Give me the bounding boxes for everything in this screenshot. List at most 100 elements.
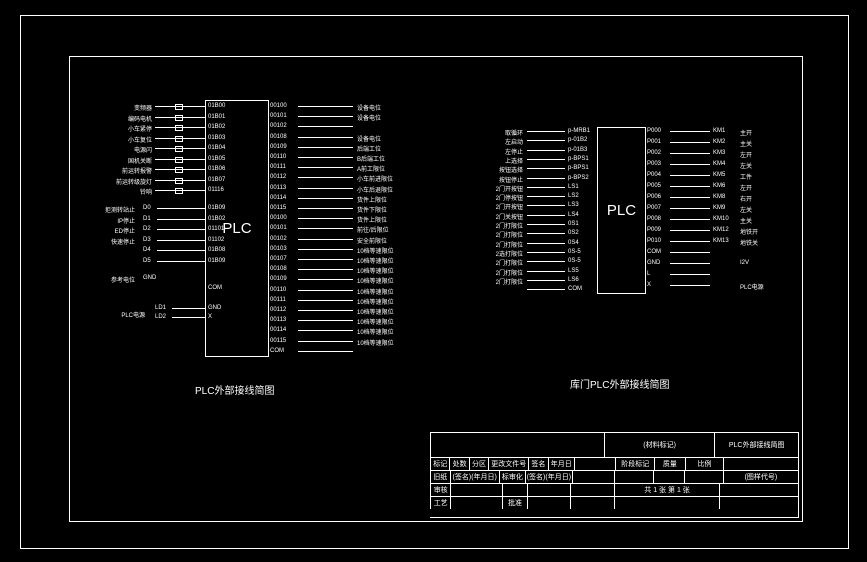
- output-port: 00111: [270, 297, 298, 303]
- plc2-input-label: 2选打限位: [475, 249, 523, 258]
- plc2-input-label: 左启动: [475, 137, 523, 146]
- plc2-input-label: 取循环: [475, 128, 523, 137]
- output-label: 10档等速限位: [357, 317, 394, 326]
- plc2-output-label: PLC电源: [740, 282, 764, 291]
- plc2-output-port: X: [647, 282, 651, 288]
- input-port: 01B03: [208, 135, 225, 141]
- output-port: 00108: [270, 134, 298, 140]
- plc2-input-label: 2门停按钮: [475, 193, 523, 202]
- output-port: 00102: [270, 123, 298, 129]
- output-port: 00102: [270, 236, 298, 242]
- plc2-input-port: p-MRB1: [568, 128, 590, 134]
- d-port: 01B09: [208, 258, 225, 264]
- analog-label: 参考电位: [95, 275, 135, 284]
- plc2-km: KM2: [713, 139, 725, 145]
- plc2-input-label: 按钮选择: [475, 165, 523, 174]
- plc-label: PLC: [607, 202, 636, 219]
- output-port: 00109: [270, 276, 298, 282]
- plc2-input-label: 2门打限位: [475, 277, 523, 286]
- output-port: 00103: [270, 246, 298, 252]
- plc2-km: KM3: [713, 150, 725, 156]
- plc2-output-port: P003: [647, 161, 661, 167]
- drawing-title: PLC外部接线简图: [729, 440, 785, 450]
- plc2-output-label: I2V: [740, 260, 749, 266]
- plc2-input-port: LS3: [568, 202, 579, 208]
- d-input-label: IP停止: [85, 216, 135, 225]
- power-pin: LD1: [155, 305, 166, 311]
- output-port: 00113: [270, 317, 298, 323]
- plc2-input-port: p-BPS2: [568, 175, 589, 181]
- plc2-output-label: 主开: [740, 128, 752, 137]
- plc2-input-label: 2门开按钮: [475, 202, 523, 211]
- input-label: 国机关断: [100, 156, 152, 165]
- d-pin: D1: [143, 216, 151, 222]
- plc2-output-label: 地铁开: [740, 227, 758, 236]
- plc2-input-label: 2门关按钮: [475, 212, 523, 221]
- plc2-output-port: P008: [647, 216, 661, 222]
- input-label: 变频器: [100, 103, 152, 112]
- plc2-input-port: LS4: [568, 212, 579, 218]
- plc2-input-port: 0S2: [568, 230, 579, 236]
- d-input-label: 拒测转站止: [85, 205, 135, 214]
- plc2-output-port: COM: [647, 249, 661, 255]
- output-label: A前工限位: [357, 164, 385, 173]
- plc2-input-label: 2门打限位: [475, 221, 523, 230]
- output-port: 00100: [270, 103, 298, 109]
- d-pin: D2: [143, 226, 151, 232]
- plc-block-2: PLC: [597, 127, 646, 294]
- output-label: 小车前进限位: [357, 174, 393, 183]
- plc2-input-label: 上选择: [475, 156, 523, 165]
- output-port: 00113: [270, 185, 298, 191]
- power-pin: LD2: [155, 314, 166, 320]
- d-pin: D4: [143, 247, 151, 253]
- input-label: 小车复位: [100, 135, 152, 144]
- input-label: 小车紧停: [100, 124, 152, 133]
- com-port: COM: [208, 285, 222, 291]
- input-port: 01116: [208, 187, 224, 193]
- power-port: X: [208, 314, 212, 320]
- plc2-input-port: COM: [568, 286, 582, 292]
- plc2-output-label: 主关: [740, 139, 752, 148]
- output-port: 00110: [270, 154, 298, 160]
- input-port: 01B02: [208, 124, 225, 130]
- plc2-input-label: 2门打限位: [475, 240, 523, 249]
- plc2-input-port: LS1: [568, 184, 579, 190]
- d-port: 01B08: [208, 247, 225, 253]
- plc2-output-label: 工件: [740, 172, 752, 181]
- plc2-input-port: LS2: [568, 193, 579, 199]
- output-label: 10档等速限位: [357, 297, 394, 306]
- d-pin: D3: [143, 237, 151, 243]
- plc2-output-port: P006: [647, 194, 661, 200]
- plc2-output-label: 左关: [740, 161, 752, 170]
- power-label: PLC电源: [110, 310, 145, 319]
- caption-1: PLC外部接线简图: [195, 382, 274, 397]
- plc2-output-port: P007: [647, 205, 661, 211]
- output-port: 00112: [270, 174, 298, 180]
- plc2-output-label: 地铁关: [740, 238, 758, 247]
- output-label: 货件下限位: [357, 205, 387, 214]
- d-pin: D0: [143, 205, 151, 211]
- input-port: 01B01: [208, 114, 225, 120]
- output-port: COM: [270, 348, 298, 354]
- output-label: 设备电位: [357, 134, 381, 143]
- output-port: 00110: [270, 287, 298, 293]
- plc2-input-label: 2门打限位: [475, 258, 523, 267]
- output-label: 10档等速限位: [357, 266, 394, 275]
- plc2-input-label: 2门打限位: [475, 230, 523, 239]
- plc2-output-port: P001: [647, 139, 661, 145]
- output-label: 10档等速限位: [357, 246, 394, 255]
- input-label: 编码电机: [100, 114, 152, 123]
- plc2-input-port: LS5: [568, 268, 579, 274]
- output-label: 安全前限位: [357, 236, 387, 245]
- plc2-output-port: P002: [647, 150, 661, 156]
- analog-pin: GND: [143, 275, 156, 281]
- plc2-input-port: p-BPS1: [568, 165, 589, 171]
- plc2-input-port: 0S-5: [568, 258, 581, 264]
- output-label: 货件上限位: [357, 195, 387, 204]
- output-label: 10档等速限位: [357, 256, 394, 265]
- output-label: 小车后退限位: [357, 185, 393, 194]
- cad-canvas: PLC PLC PLC外部接线简图 库门PLC外部接线简图 (材料标记) PLC…: [0, 0, 867, 562]
- plc2-input-label: 按钮停止: [475, 175, 523, 184]
- plc2-input-label: 左停止: [475, 147, 523, 156]
- output-label: 10档等速限位: [357, 327, 394, 336]
